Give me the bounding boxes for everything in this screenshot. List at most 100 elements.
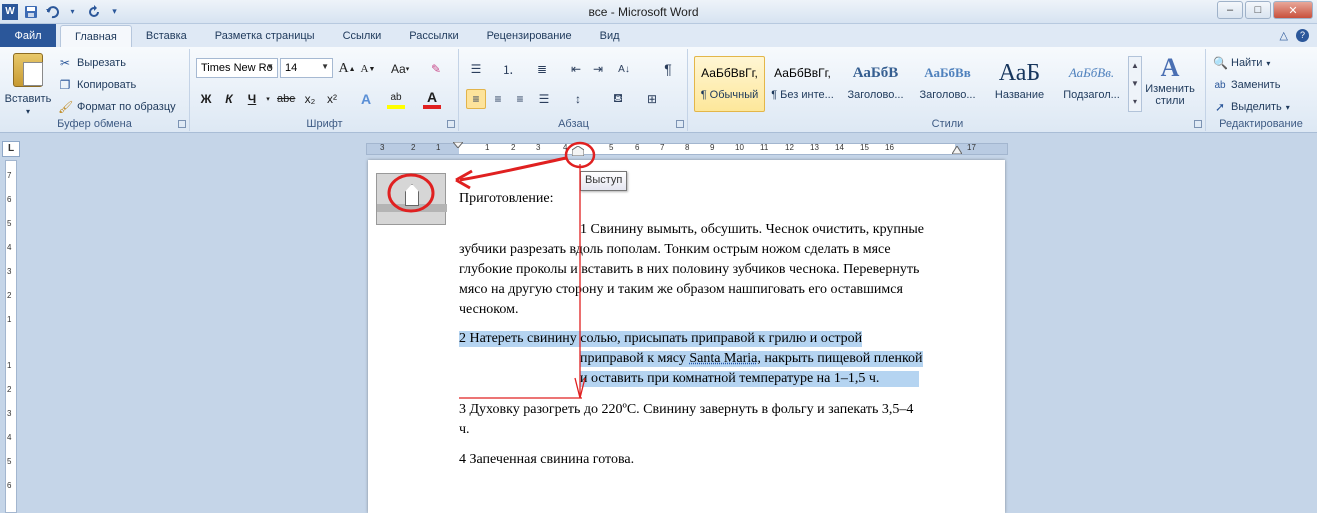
change-styles-button[interactable]: A Изменить стили	[1144, 53, 1196, 107]
ruler-number: 6	[635, 143, 640, 152]
bullets-icon[interactable]: ☰	[466, 59, 486, 79]
underline-dropdown-icon[interactable]: ▾	[259, 89, 277, 109]
maximize-button[interactable]: □	[1245, 1, 1271, 19]
minimize-ribbon-icon[interactable]: △	[1280, 29, 1288, 42]
sort-icon[interactable]: A↓	[614, 59, 634, 79]
ruler-number: 2	[7, 291, 12, 300]
style-heading-2-sample: АаБбВв	[924, 65, 971, 80]
paragraph-2-line-selected[interactable]: 2 Натереть свинину солью, присыпать прип…	[459, 331, 863, 347]
shading-icon[interactable]: ⛾	[608, 89, 628, 109]
hanging-indent-marker[interactable]	[572, 146, 584, 156]
vertical-ruler[interactable]: 7 6 5 4 3 2 1 1 2 3 4 5 6	[5, 160, 17, 513]
format-painter-button[interactable]: 🖌 Формат по образцу	[58, 96, 176, 118]
highlight-button[interactable]: ab	[387, 89, 405, 109]
right-indent-marker[interactable]	[952, 146, 962, 154]
paragraph-1-line[interactable]: мясо на другую сторону и таким же образо…	[459, 282, 903, 298]
font-size-input[interactable]: 14 ▼	[280, 58, 333, 78]
tab-page-layout[interactable]: Разметка страницы	[201, 25, 329, 47]
clipboard-group: Вставить ▾ ✂ Вырезать ❐ Копировать 🖌 Фор…	[0, 49, 190, 131]
bold-button[interactable]: Ж	[197, 89, 215, 109]
replace-button[interactable]: ab Заменить	[1213, 74, 1290, 96]
clipboard-launcher-icon[interactable]	[178, 120, 186, 128]
tab-view[interactable]: Вид	[586, 25, 634, 47]
grow-font-button[interactable]: A ▲	[338, 59, 356, 79]
numbering-icon[interactable]: ⒈	[498, 59, 518, 79]
styles-group-label: Стили	[931, 118, 964, 130]
tab-references[interactable]: Ссылки	[329, 25, 396, 47]
paragraph-1-line[interactable]: чесноком.	[459, 302, 519, 318]
paragraph-4-line[interactable]: 4 Запеченная свинина готова.	[459, 452, 634, 468]
change-case-button[interactable]: Aa ▾	[391, 59, 409, 79]
editing-group: 🔍 Найти ▾ ab Заменить ➚ Выделить ▾ Редак…	[1207, 49, 1315, 131]
paragraph-1-line[interactable]: зубчики разрезать вдоль пополам. Тонким …	[459, 242, 891, 258]
scissors-icon: ✂	[59, 56, 71, 70]
align-center-icon[interactable]: ≡	[488, 89, 508, 109]
paste-icon	[13, 53, 43, 87]
paragraph-3-line[interactable]: 3 Духовку разогреть до 220ºС. Свинину за…	[459, 402, 913, 418]
tab-home[interactable]: Главная	[60, 25, 132, 47]
heading-text[interactable]: Приготовление:	[459, 191, 553, 207]
styles-launcher-icon[interactable]	[1194, 120, 1202, 128]
font-launcher-icon[interactable]	[447, 120, 455, 128]
paragraph-3-line[interactable]: ч.	[459, 422, 470, 438]
paragraph-launcher-icon[interactable]	[676, 120, 684, 128]
italic-button[interactable]: К	[220, 89, 238, 109]
copy-label: Копировать	[77, 79, 137, 91]
style-normal[interactable]: АаБбВвГг, ¶ Обычный	[694, 56, 765, 112]
tab-review[interactable]: Рецензирование	[473, 25, 586, 47]
ruler-number: 15	[860, 143, 869, 152]
clear-formatting-button[interactable]: ✎	[427, 59, 445, 79]
copy-button[interactable]: ❐ Копировать	[58, 74, 176, 96]
text-effects-button[interactable]: A	[357, 89, 375, 109]
horizontal-ruler[interactable]: 3 2 1 1 2 3 4 5 6 7 8 9 10 11 12 13 14 1…	[366, 142, 1008, 156]
subscript-button[interactable]: x₂	[301, 89, 319, 109]
superscript-button[interactable]: x²	[323, 89, 341, 109]
borders-icon[interactable]: ⊞	[642, 89, 662, 109]
style-title[interactable]: АаБ Название	[984, 56, 1055, 112]
paragraph-2-text: , накрыть пищевой пленкой	[757, 351, 923, 366]
minimize-button[interactable]: –	[1217, 1, 1243, 19]
line-spacing-icon[interactable]: ↕	[568, 89, 588, 109]
style-subtitle[interactable]: АаБбВв. Подзагол...	[1056, 56, 1127, 112]
decrease-indent-icon[interactable]: ⇤	[566, 59, 586, 79]
tab-selector-button[interactable]: L	[2, 141, 20, 157]
tab-mailings[interactable]: Рассылки	[395, 25, 472, 47]
first-line-indent-marker[interactable]	[453, 142, 463, 148]
tab-file[interactable]: Файл	[0, 24, 56, 47]
ruler-number: 3	[7, 267, 12, 276]
shrink-font-button[interactable]: A ▼	[359, 59, 377, 79]
font-name-input[interactable]: Times New Ro ▼	[196, 58, 278, 78]
paste-button[interactable]: Вставить ▾	[4, 53, 52, 117]
paragraph-2-line-selected[interactable]: и оставить при комнатной температуре на …	[580, 371, 920, 387]
paragraph-2-line-selected[interactable]: приправой к мясу Santa Maria, накрыть пи…	[580, 351, 923, 367]
paste-dropdown-icon[interactable]: ▾	[26, 107, 30, 116]
find-button[interactable]: 🔍 Найти ▾	[1213, 52, 1290, 74]
cut-button[interactable]: ✂ Вырезать	[58, 52, 176, 74]
paste-label: Вставить	[4, 93, 52, 105]
font-color-button[interactable]: A	[423, 89, 441, 109]
ruler-number: 5	[7, 457, 12, 466]
style-heading-2[interactable]: АаБбВв Заголово...	[912, 56, 983, 112]
ruler-number: 6	[7, 481, 12, 490]
paragraph-1-line[interactable]: глубокие проколы и вставить в них полови…	[459, 262, 919, 278]
align-right-icon[interactable]: ≡	[510, 89, 530, 109]
close-button[interactable]: ✕	[1273, 1, 1313, 19]
select-button[interactable]: ➚ Выделить ▾	[1213, 96, 1290, 118]
tab-insert[interactable]: Вставка	[132, 25, 201, 47]
chevron-down-icon: ▼	[321, 62, 329, 71]
style-heading-1[interactable]: АаБбВ Заголово...	[840, 56, 911, 112]
justify-icon[interactable]: ☰	[534, 89, 554, 109]
strikethrough-button[interactable]: abe	[277, 89, 295, 109]
styles-gallery-scroll[interactable]: ▲ ▼ ▾	[1128, 56, 1142, 112]
multilevel-list-icon[interactable]: ≣	[532, 59, 552, 79]
help-icon[interactable]: ?	[1296, 29, 1309, 42]
ribbon-tabs: Файл Главная Вставка Разметка страницы С…	[0, 24, 1317, 47]
increase-indent-icon[interactable]: ⇥	[588, 59, 608, 79]
show-formatting-icon[interactable]: ¶	[658, 59, 678, 79]
ruler-number: 4	[563, 143, 568, 152]
ruler-number: 5	[609, 143, 614, 152]
style-no-spacing[interactable]: АаБбВвГг, ¶ Без инте...	[767, 56, 838, 112]
align-left-icon[interactable]: ≡	[466, 89, 486, 109]
brand-name-text: Santa Maria	[689, 351, 758, 366]
paragraph-1-line[interactable]: 1 Свинину вымыть, обсушить. Чеснок очист…	[580, 222, 924, 238]
